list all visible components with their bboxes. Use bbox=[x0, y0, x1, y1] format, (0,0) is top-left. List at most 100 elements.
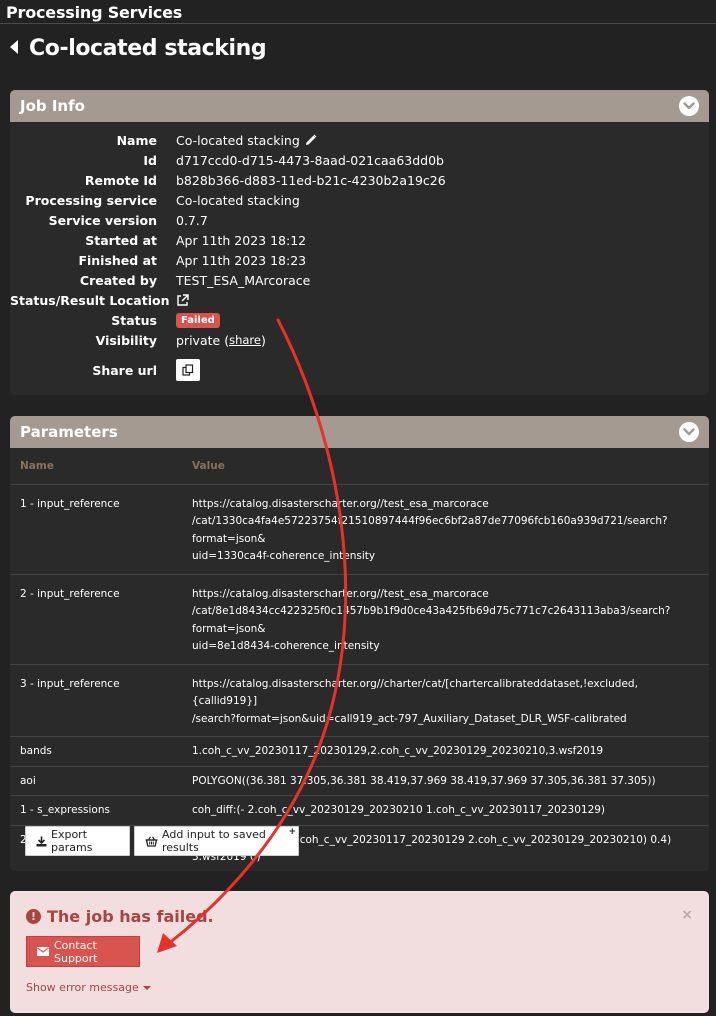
info-value bbox=[176, 293, 189, 307]
table-row: 1 - s_expressions coh_diff:(- 2.coh_c_vv… bbox=[10, 795, 709, 826]
param-value: POLYGON((36.381 37.305,36.381 38.419,37.… bbox=[182, 766, 709, 796]
info-row-remote-id: Remote Id b828b366-d883-11ed-b21c-4230b2… bbox=[10, 170, 709, 190]
param-name: 1 - input_reference bbox=[10, 484, 182, 575]
info-value: Apr 11th 2023 18:23 bbox=[176, 252, 307, 268]
info-row-finished-at: Finished at Apr 11th 2023 18:23 bbox=[10, 250, 709, 270]
visibility-value: private bbox=[176, 332, 221, 348]
exclamation-circle-icon: ! bbox=[26, 909, 41, 924]
param-name: aoi bbox=[10, 766, 182, 796]
job-name: Co-located stacking bbox=[176, 132, 300, 148]
info-label: Status/Result Location bbox=[10, 292, 170, 308]
back-caret-icon[interactable] bbox=[10, 39, 18, 54]
external-link-icon[interactable] bbox=[176, 293, 189, 307]
param-value-line: /cat/8e1d8434cc422325f0c1457b9b1f9d0ce43… bbox=[192, 605, 671, 635]
info-value: Apr 11th 2023 18:12 bbox=[176, 232, 307, 248]
info-row-processing-service: Processing service Co-located stacking bbox=[10, 190, 709, 210]
param-value: 1.coh_c_vv_20230117_20230129,2.coh_c_vv_… bbox=[182, 736, 709, 767]
column-header-name: Name bbox=[10, 448, 182, 485]
param-name: bands bbox=[10, 736, 182, 767]
info-value: Co-located stacking bbox=[176, 192, 300, 208]
info-label: Visibility bbox=[95, 332, 157, 348]
info-row-id: Id d717ccd0-d715-4473-8aad-021caa63dd0b bbox=[10, 150, 709, 170]
param-name: 3 - input_reference bbox=[10, 664, 182, 737]
chevron-down-icon[interactable] bbox=[679, 422, 699, 442]
info-label: Share url bbox=[92, 362, 157, 378]
pencil-icon[interactable] bbox=[305, 134, 317, 146]
info-value: Failed bbox=[176, 312, 220, 328]
table-row: bands 1.coh_c_vv_20230117_20230129,2.coh… bbox=[10, 736, 709, 767]
info-row-created-by: Created by TEST_ESA_MArcorace bbox=[10, 270, 709, 290]
copy-icon[interactable] bbox=[176, 359, 200, 381]
parameters-header[interactable]: Parameters bbox=[10, 416, 709, 448]
info-value bbox=[176, 359, 200, 381]
param-value-line: uid=1330ca4f-coherence_intensity bbox=[192, 550, 376, 562]
envelope-icon bbox=[37, 947, 49, 956]
info-label: Id bbox=[143, 152, 157, 168]
info-value: TEST_ESA_MArcorace bbox=[176, 272, 311, 288]
paren-close: ) bbox=[260, 332, 266, 348]
param-value: https://catalog.disasterscharter.org//te… bbox=[182, 484, 709, 575]
topbar: Processing Services bbox=[0, 0, 716, 24]
info-label: Service version bbox=[48, 212, 157, 228]
info-value: 0.7.7 bbox=[176, 212, 208, 228]
info-label: Finished at bbox=[78, 252, 157, 268]
info-label: Status bbox=[111, 312, 157, 328]
table-row: 2 - input_reference https://catalog.disa… bbox=[10, 574, 709, 665]
page-title: Co-located stacking bbox=[10, 36, 267, 61]
param-value-line: https://catalog.disasterscharter.org//te… bbox=[192, 587, 489, 600]
info-row-status: Status Failed bbox=[10, 310, 709, 330]
add-input-label: Add input to saved results bbox=[162, 828, 266, 854]
export-params-button[interactable]: Export params bbox=[25, 826, 130, 856]
info-label: Remote Id bbox=[84, 172, 157, 188]
table-row: 1 - input_reference https://catalog.disa… bbox=[10, 484, 709, 575]
info-row-name: Name Co-located stacking bbox=[10, 130, 709, 150]
info-label: Started at bbox=[85, 232, 157, 248]
info-label: Processing service bbox=[25, 192, 157, 208]
share-link[interactable]: share bbox=[229, 333, 261, 347]
add-input-button[interactable]: Add input to saved results + bbox=[134, 826, 299, 856]
info-value: d717ccd0-d715-4473-8aad-021caa63dd0b bbox=[176, 152, 444, 168]
job-info-rows: Name Co-located stacking Id d717ccd0-d71… bbox=[10, 122, 709, 385]
status-badge: Failed bbox=[176, 312, 220, 328]
info-value: Co-located stacking bbox=[176, 133, 317, 148]
contact-support-label: Contact Support bbox=[54, 938, 98, 965]
parameters-panel: Parameters Name Value 1 - input_referenc… bbox=[10, 416, 709, 871]
table-row: 3 - input_reference https://catalog.disa… bbox=[10, 664, 709, 737]
info-label: Created by bbox=[79, 272, 157, 288]
param-name: 2 - input_reference bbox=[10, 574, 182, 665]
export-params-label: Export params bbox=[51, 828, 93, 854]
caret-down-icon bbox=[142, 985, 151, 990]
page-title-text: Co-located stacking bbox=[29, 36, 267, 61]
job-info-title: Job Info bbox=[20, 97, 85, 115]
param-value-line: uid=8e1d8434-coherence_intensity bbox=[192, 640, 380, 652]
info-row-result-location: Status/Result Location bbox=[10, 290, 709, 310]
param-value-line: https://catalog.disasterscharter.org//te… bbox=[192, 497, 489, 510]
info-row-started-at: Started at Apr 11th 2023 18:12 bbox=[10, 230, 709, 250]
param-value-line: /cat/1330ca4fa4e57223754f21510897444f96e… bbox=[192, 515, 668, 545]
info-row-share-url: Share url bbox=[10, 355, 709, 385]
error-alert: ! The job has failed. × Contact Support … bbox=[10, 891, 709, 1013]
error-title: ! The job has failed. bbox=[26, 907, 214, 926]
download-icon bbox=[36, 836, 47, 847]
parameters-table: Name Value 1 - input_reference https://c… bbox=[10, 448, 709, 871]
job-info-header[interactable]: Job Info bbox=[10, 90, 709, 122]
chevron-down-icon[interactable] bbox=[679, 96, 699, 116]
param-name: 1 - s_expressions bbox=[10, 795, 182, 826]
param-value-line: /search?format=json&uid=call919_act-797_… bbox=[192, 712, 627, 725]
info-label: Name bbox=[116, 132, 157, 148]
param-value-line: https://catalog.disasterscharter.org//ch… bbox=[192, 677, 638, 708]
info-row-service-version: Service version 0.7.7 bbox=[10, 210, 709, 230]
topbar-title: Processing Services bbox=[6, 3, 183, 22]
table-header-row: Name Value bbox=[10, 448, 709, 485]
show-error-label: Show error message bbox=[26, 981, 139, 994]
plus-icon: + bbox=[288, 827, 296, 837]
basket-icon bbox=[145, 835, 158, 847]
close-icon[interactable]: × bbox=[681, 907, 693, 923]
parameters-title: Parameters bbox=[20, 423, 118, 441]
info-row-visibility: Visibility private (share) bbox=[10, 330, 709, 350]
contact-support-button[interactable]: Contact Support bbox=[26, 936, 140, 967]
show-error-toggle[interactable]: Show error message bbox=[26, 981, 151, 994]
info-value: b828b366-d883-11ed-b21c-4230b2a19c26 bbox=[176, 172, 446, 188]
param-value: coh_diff:(- 2.coh_c_vv_20230129_20230210… bbox=[182, 795, 709, 826]
column-header-value: Value bbox=[182, 448, 709, 485]
